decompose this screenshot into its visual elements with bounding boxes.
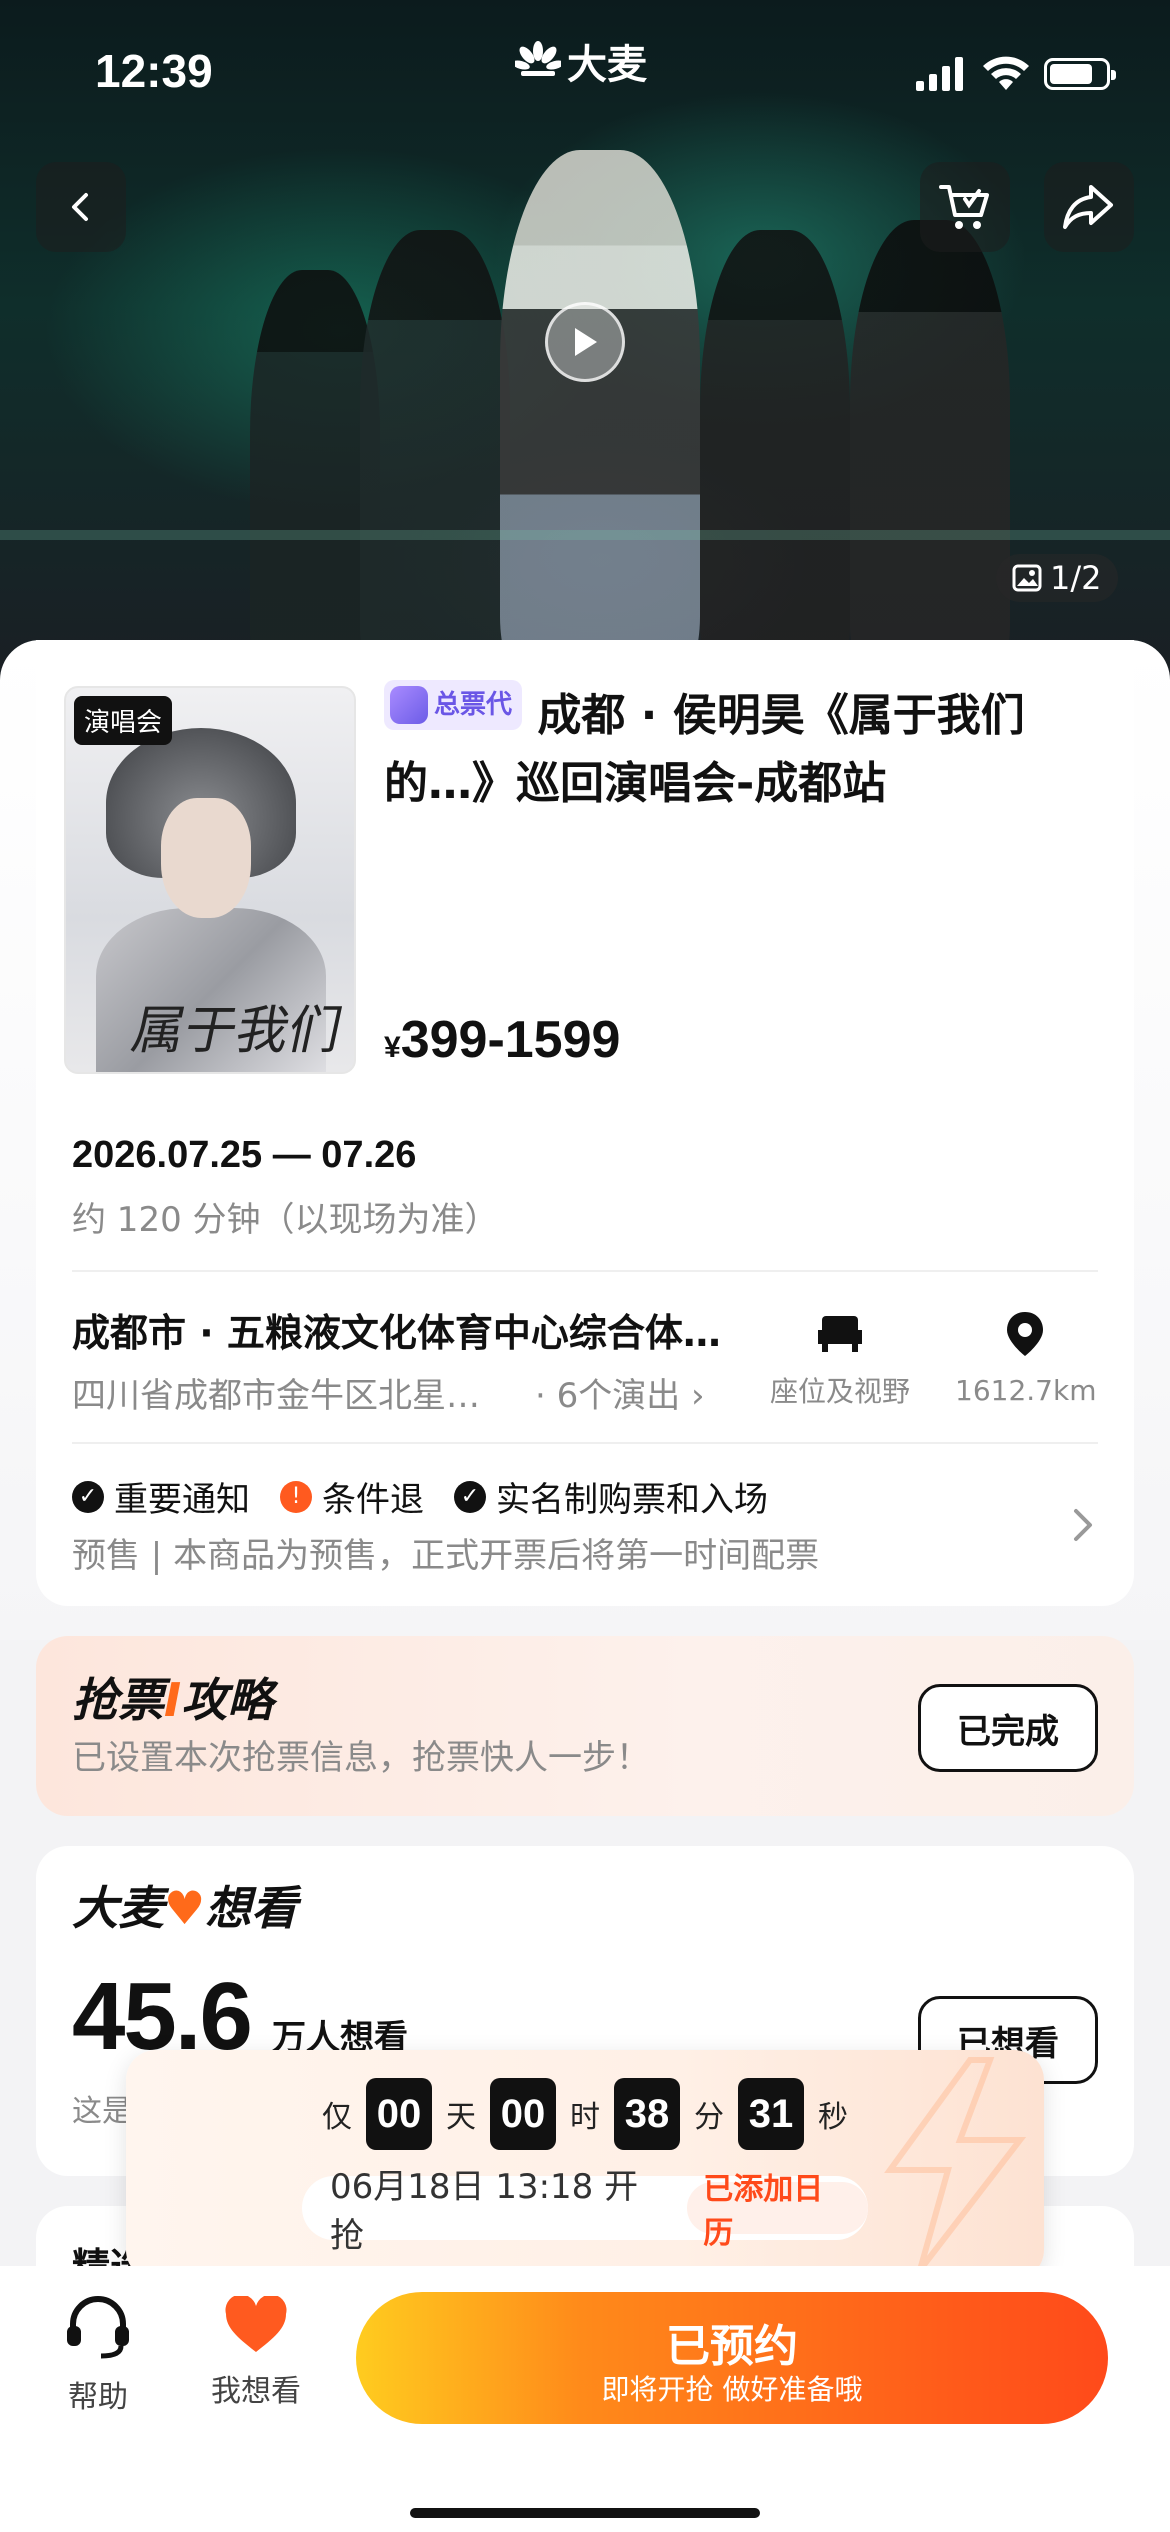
agent-badge-label: 总票代 xyxy=(434,690,513,720)
seat-icon xyxy=(818,1316,862,1352)
notice-real-name: ✓ 实名制购票和入场 xyxy=(454,1472,768,1521)
back-button[interactable] xyxy=(36,162,126,252)
check-circle-icon: ✓ xyxy=(72,1480,104,1513)
venue-address[interactable]: 四川省成都市金牛区北星… xyxy=(72,1368,480,1417)
brand-logo: 大麦 xyxy=(515,32,647,90)
event-date-range: 2026.07.25 — 07.26 xyxy=(72,1134,417,1176)
stage-rail xyxy=(0,530,1170,540)
cellular-signal-icon xyxy=(916,57,963,91)
alert-circle-icon: ! xyxy=(280,1480,312,1513)
presale-notice[interactable]: 预售 | 本商品为预售，正式开票后将第一时间配票 xyxy=(72,1528,819,1577)
chevron-right-icon[interactable] xyxy=(1070,1505,1096,1545)
headset-icon xyxy=(67,2296,129,2359)
want-tab[interactable]: 我想看 xyxy=(186,2296,326,2410)
strategy-title-accent: I xyxy=(164,1673,182,1727)
status-bar: 12:39 大麦 xyxy=(0,0,1170,140)
image-icon xyxy=(1012,564,1042,592)
heart-accent: ♥ xyxy=(164,1881,206,1935)
play-button[interactable] xyxy=(545,302,625,382)
performer-silhouette xyxy=(850,220,1010,680)
countdown-hours: 00 xyxy=(490,2078,556,2150)
strategy-done-button[interactable]: 已完成 xyxy=(918,1684,1098,1772)
want-title: 大麦♥想看 xyxy=(72,1881,298,1935)
cart-button[interactable] xyxy=(920,162,1010,252)
play-icon xyxy=(575,328,597,356)
performer-silhouette xyxy=(360,230,510,680)
countdown-days: 00 xyxy=(366,2078,432,2150)
brand-flower-icon xyxy=(515,41,561,76)
performer-silhouette xyxy=(700,230,850,680)
strategy-title: 抢票I攻略 xyxy=(72,1673,274,1727)
notice-refund: ! 条件退 xyxy=(280,1472,424,1521)
reserved-sublabel: 即将开抢 做好准备哦 xyxy=(601,2373,863,2406)
divider xyxy=(72,1270,1098,1272)
price-value: 399-1599 xyxy=(400,1011,621,1069)
poster-script-art: 属于我们的 xyxy=(126,1001,348,1061)
notices-row[interactable]: ✓ 重要通知 ! 条件退 ✓ 实名制购票和入场 xyxy=(72,1472,768,1521)
countdown-seconds: 31 xyxy=(738,2078,804,2150)
status-time: 12:39 xyxy=(95,45,213,97)
reserved-label: 已预约 xyxy=(666,2321,798,2372)
category-tag: 演唱会 xyxy=(74,696,173,745)
brand-name: 大麦 xyxy=(567,42,647,88)
seat-view-label: 座位及视野 xyxy=(770,1375,911,1408)
price-symbol: ¥ xyxy=(384,1031,401,1064)
want-label: 我想看 xyxy=(211,2374,301,2409)
map-button[interactable]: 1612.7km xyxy=(955,1310,1097,1407)
heart-icon xyxy=(225,2296,287,2352)
share-button[interactable] xyxy=(1044,162,1134,252)
lightning-icon xyxy=(884,2057,1027,2272)
status-icons xyxy=(916,56,1116,92)
event-title: 总票代 成都 · 侯明昊《属于我们的…》巡回演唱会-成都站 xyxy=(384,680,1084,818)
strategy-subtitle: 已设置本次抢票信息，抢票快人一步！ xyxy=(72,1738,650,1778)
reserved-button[interactable]: 已预约 即将开抢 做好准备哦 xyxy=(356,2292,1108,2424)
seat-view-button[interactable]: 座位及视野 xyxy=(770,1310,910,1410)
location-pin-icon xyxy=(1007,1312,1043,1356)
media-counter-text: 1/2 xyxy=(1050,559,1102,597)
battery-icon xyxy=(1044,58,1116,90)
notice-important: ✓ 重要通知 xyxy=(72,1472,250,1521)
media-counter: 1/2 xyxy=(996,554,1118,602)
help-tab[interactable]: 帮助 xyxy=(52,2296,144,2416)
cart-icon xyxy=(939,185,989,229)
lead-performer xyxy=(500,150,700,680)
share-icon xyxy=(1063,185,1113,229)
venue-distance: 1612.7km xyxy=(955,1374,1097,1407)
chevron-left-icon xyxy=(72,193,88,221)
agent-logo-icon xyxy=(390,686,428,724)
check-circle-icon: ✓ xyxy=(454,1480,486,1513)
venue-name[interactable]: 成都市 · 五粮液文化体育中心综合体… xyxy=(72,1302,721,1357)
divider xyxy=(72,1442,1098,1444)
price-range: ¥399-1599 xyxy=(384,1010,620,1070)
open-time-pill: 06月18日 13:18 开抢 已添加日历 xyxy=(302,2167,868,2256)
help-label: 帮助 xyxy=(68,2380,128,2415)
countdown-minutes: 38 xyxy=(614,2078,680,2150)
want-description: 这是 xyxy=(72,2094,132,2129)
event-duration: 约 120 分钟（以现场为准） xyxy=(72,1200,499,1240)
home-indicator xyxy=(410,2508,760,2518)
open-time: 06月18日 13:18 开抢 xyxy=(330,2167,639,2256)
agent-badge: 总票代 xyxy=(384,680,523,730)
calendar-added-button[interactable]: 已添加日历 xyxy=(687,2172,868,2251)
wifi-icon xyxy=(983,56,1029,90)
venue-shows-link[interactable]: · 6个演出 › xyxy=(535,1368,705,1417)
event-poster[interactable]: 属于我们的 演唱会 xyxy=(64,686,356,1074)
